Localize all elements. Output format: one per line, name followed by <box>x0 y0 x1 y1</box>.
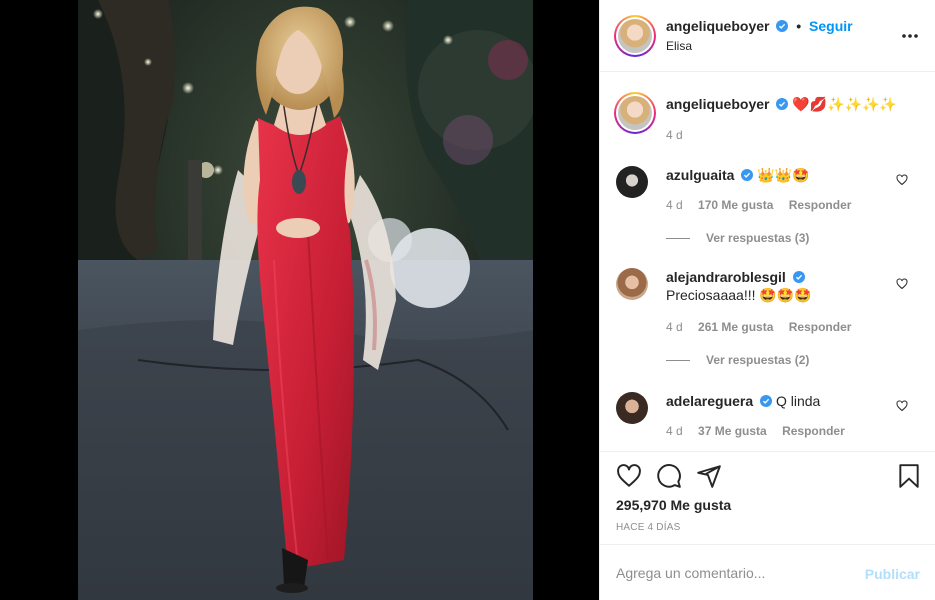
commenter-username[interactable]: alejandraroblesgil <box>666 269 786 285</box>
verified-badge-icon <box>792 271 805 283</box>
comments-list[interactable]: angeliqueboyer ❤️💋✨✨✨✨ 4 d azulguaita 👑👑… <box>600 72 935 452</box>
caption-text: ❤️💋✨✨✨✨ <box>792 96 897 112</box>
author-avatar[interactable] <box>614 15 656 57</box>
comment-likes[interactable]: 261 Me gusta <box>698 320 773 334</box>
publish-button[interactable]: Publicar <box>865 566 920 582</box>
reply-button[interactable]: Responder <box>789 320 852 334</box>
post-photo[interactable] <box>78 0 533 600</box>
caption-time[interactable]: 4 d <box>666 128 683 142</box>
comment-meta: 4 d 170 Me gusta Responder <box>666 198 863 212</box>
comment-likes[interactable]: 170 Me gusta <box>698 198 773 212</box>
view-replies-button[interactable]: Ver respuestas (3) <box>666 231 809 245</box>
verified-badge-icon <box>760 395 773 407</box>
comment-time[interactable]: 4 d <box>666 424 683 438</box>
verified-badge-icon <box>776 20 789 32</box>
follow-button[interactable]: Seguir <box>809 18 853 34</box>
share-icon[interactable] <box>696 463 722 489</box>
commenter-username[interactable]: adelareguera <box>666 393 753 409</box>
comment-input[interactable] <box>616 563 856 583</box>
add-comment-bar: Publicar <box>600 544 935 600</box>
comment-likes[interactable]: 37 Me gusta <box>698 424 767 438</box>
post-location[interactable]: Elisa <box>666 39 692 53</box>
comment-meta: 4 d 261 Me gusta Responder <box>666 320 863 334</box>
post-header: angeliqueboyer • Seguir Elisa <box>600 0 935 72</box>
replies-line <box>666 238 690 240</box>
post-date: HACE 4 DÍAS <box>616 522 681 533</box>
caption-text-row: angeliqueboyer ❤️💋✨✨✨✨ <box>666 96 897 113</box>
heart-icon[interactable] <box>616 463 642 489</box>
comment-like-heart-icon[interactable] <box>896 174 908 186</box>
comment-text: 👑👑🤩 <box>757 167 810 183</box>
reply-button[interactable]: Responder <box>789 198 852 212</box>
post-actions: 295,970 Me gusta HACE 4 DÍAS <box>600 451 935 544</box>
commenter-avatar[interactable] <box>616 268 648 300</box>
view-replies-label: Ver respuestas (2) <box>706 353 810 367</box>
instagram-post-modal: angeliqueboyer • Seguir Elisa angeliqueb… <box>0 0 935 600</box>
photo-area <box>0 0 599 600</box>
replies-line <box>666 360 690 362</box>
view-replies-label: Ver respuestas (3) <box>706 231 810 245</box>
view-replies-button[interactable]: Ver respuestas (2) <box>666 353 809 367</box>
comment-text: Q linda <box>775 393 821 409</box>
more-options-icon[interactable] <box>900 26 920 46</box>
commenter-avatar[interactable] <box>616 166 648 198</box>
comment-text-row: adelareguera Q linda <box>666 392 886 410</box>
verified-badge-icon <box>776 98 789 110</box>
comment-time[interactable]: 4 d <box>666 320 683 334</box>
comment-time[interactable]: 4 d <box>666 198 683 212</box>
comment-like-heart-icon[interactable] <box>896 278 908 290</box>
comment-text-row: azulguaita 👑👑🤩 <box>666 166 886 184</box>
comment-text: Preciosaaaa!!! 🤩🤩🤩 <box>666 287 812 303</box>
post-side-panel: angeliqueboyer • Seguir Elisa angeliqueb… <box>599 0 935 600</box>
author-username[interactable]: angeliqueboyer <box>666 18 769 34</box>
comment-icon[interactable] <box>656 463 682 489</box>
bookmark-icon[interactable] <box>896 463 922 489</box>
commenter-avatar[interactable] <box>616 392 648 424</box>
caption-avatar[interactable] <box>614 92 656 134</box>
reply-button[interactable]: Responder <box>782 424 845 438</box>
likes-count[interactable]: 295,970 Me gusta <box>616 497 731 513</box>
author-name-row: angeliqueboyer • Seguir <box>666 18 853 34</box>
caption-username[interactable]: angeliqueboyer <box>666 96 769 112</box>
commenter-username[interactable]: azulguaita <box>666 167 734 183</box>
comment-like-heart-icon[interactable] <box>896 400 908 412</box>
comment-meta: 4 d 37 Me gusta Responder <box>666 424 857 438</box>
separator-dot: • <box>796 18 802 34</box>
verified-badge-icon <box>741 169 754 181</box>
comment-text-row: alejandraroblesgil Preciosaaaa!!! 🤩🤩🤩 <box>666 268 886 304</box>
photo-woman-red-dress <box>78 0 533 600</box>
